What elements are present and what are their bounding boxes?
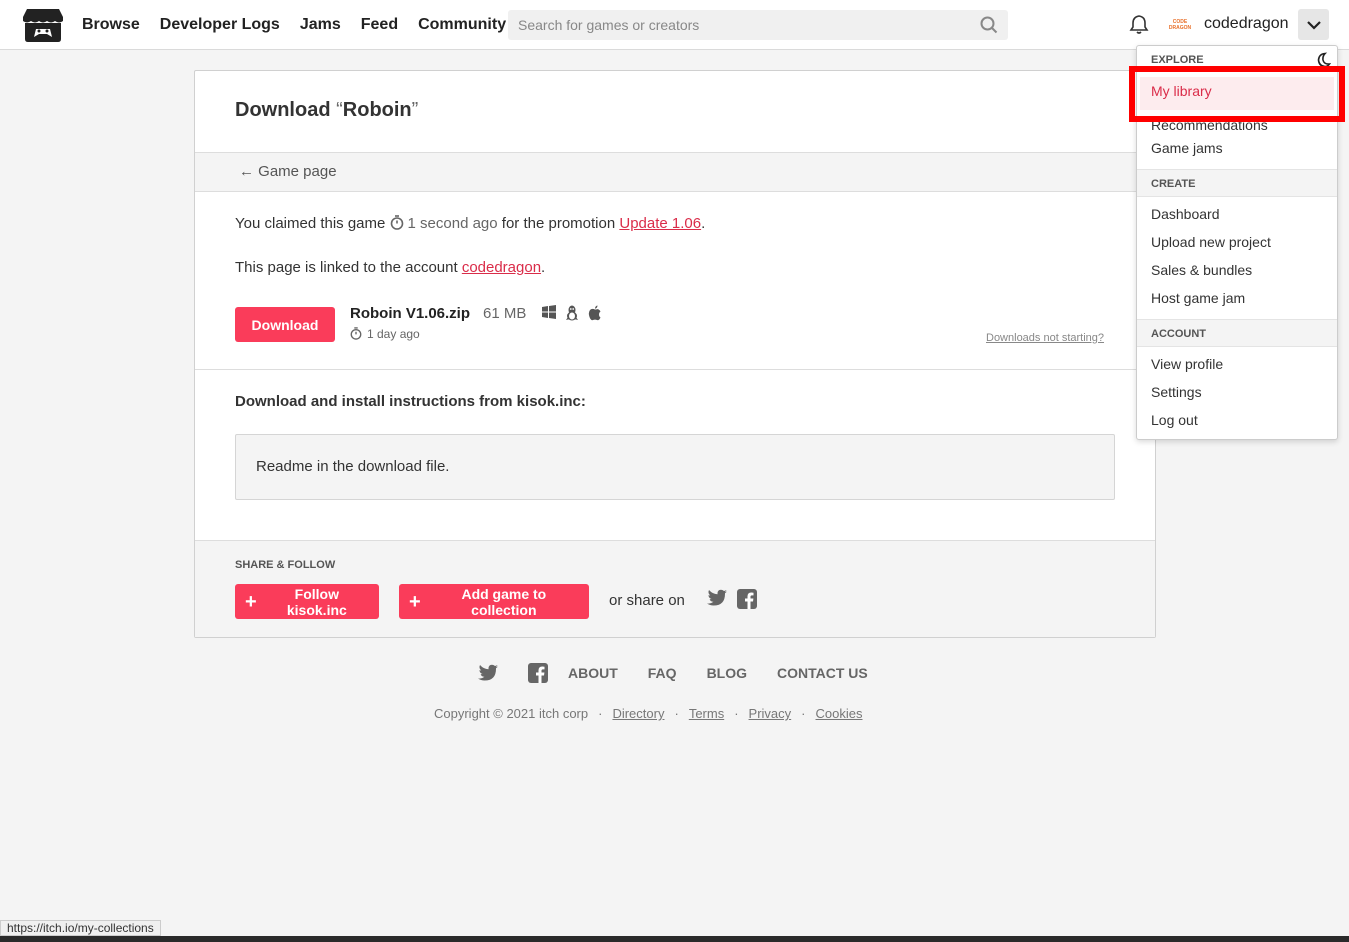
divider [195, 369, 1155, 370]
username[interactable]: codedragon [1204, 15, 1289, 33]
twitter-icon[interactable] [707, 589, 727, 607]
follow-button[interactable]: + Follow kisok.inc [235, 584, 379, 619]
menu-sales-bundles[interactable]: Sales & bundles [1151, 262, 1252, 278]
menu-settings[interactable]: Settings [1151, 384, 1202, 400]
separator-dot: · [734, 706, 739, 721]
menu-game-jams[interactable]: Game jams [1151, 140, 1223, 156]
menu-upload-new-project[interactable]: Upload new project [1151, 234, 1271, 250]
download-button[interactable]: Download [235, 307, 335, 342]
copyright-text: Copyright © 2021 itch corp [434, 706, 589, 721]
top-header: Browse Developer Logs Jams Feed Communit… [0, 0, 1349, 50]
title-game-name: Roboin [342, 99, 412, 121]
bell-icon[interactable] [1129, 14, 1149, 34]
share-icons [707, 589, 757, 609]
footer-faq-link[interactable]: FAQ [648, 665, 677, 681]
readme-box: Readme in the download file. [235, 434, 1115, 500]
linked-account-line: This page is linked to the account coded… [235, 259, 545, 276]
add-to-collection-button[interactable]: + Add game to collection [399, 584, 589, 619]
promotion-link[interactable]: Update 1.06 [619, 215, 701, 232]
download-card: Download “Roboin” ← Game page You claime… [194, 70, 1156, 638]
file-date-text: 1 day ago [367, 327, 420, 341]
twitter-icon[interactable] [478, 664, 498, 682]
back-bar: ← Game page [195, 152, 1155, 192]
separator-dot: · [801, 706, 806, 721]
follow-label: Follow kisok.inc [286, 585, 347, 618]
menu-log-out[interactable]: Log out [1151, 412, 1198, 428]
facebook-icon[interactable] [528, 663, 548, 683]
menu-dashboard[interactable]: Dashboard [1151, 206, 1220, 222]
file-name: Roboin V1.06.zip [350, 305, 471, 322]
instructions-title: Download and install instructions from k… [235, 393, 586, 410]
file-size: 61 MB [483, 305, 527, 322]
claim-time: 1 second ago [390, 215, 498, 232]
game-page-link[interactable]: ← Game page [239, 163, 337, 180]
collection-label: Add game to collection [461, 585, 547, 618]
nav-feed[interactable]: Feed [361, 16, 398, 34]
claim-time-text: 1 second ago [407, 215, 498, 232]
search-box [508, 10, 1008, 40]
linked-prefix: This page is linked to the account [235, 259, 462, 276]
claim-line: You claimed this game 1 second ago for t… [235, 215, 705, 232]
nav-developer-logs[interactable]: Developer Logs [160, 16, 280, 34]
platform-icons [542, 305, 602, 321]
linked-suffix: . [541, 259, 546, 276]
nav-jams[interactable]: Jams [300, 16, 341, 34]
footer-contact-link[interactable]: CONTACT US [777, 665, 868, 681]
title-prefix: Download [235, 99, 337, 121]
share-label: SHARE & FOLLOW [235, 559, 336, 571]
plus-icon: + [245, 590, 257, 613]
search-input[interactable] [508, 10, 968, 40]
privacy-link[interactable]: Privacy [749, 706, 792, 721]
footer-about-link[interactable]: ABOUT [568, 665, 618, 681]
directory-link[interactable]: Directory [612, 706, 664, 721]
claim-suffix: . [701, 215, 706, 232]
file-date: 1 day ago [350, 327, 420, 341]
plus-icon: + [409, 590, 421, 613]
itchio-logo-icon[interactable] [23, 7, 63, 43]
account-link[interactable]: codedragon [462, 259, 541, 276]
user-menu-toggle[interactable] [1298, 9, 1329, 40]
stopwatch-icon [350, 327, 362, 340]
bottom-bar [0, 936, 1349, 942]
account-section-label: ACCOUNT [1137, 319, 1337, 347]
title-close-quote: ” [411, 99, 419, 121]
facebook-icon[interactable] [737, 589, 757, 609]
downloads-help-link[interactable]: Downloads not starting? [986, 332, 1104, 344]
menu-view-profile[interactable]: View profile [1151, 356, 1223, 372]
apple-icon [588, 305, 601, 321]
footer-blog-link[interactable]: BLOG [707, 665, 747, 681]
share-on-text: or share on [609, 592, 685, 609]
menu-host-game-jam[interactable]: Host game jam [1151, 290, 1245, 306]
stopwatch-icon [390, 215, 403, 230]
page-title: Download “Roboin” [235, 99, 418, 122]
windows-icon [542, 305, 556, 319]
chevron-down-icon [1306, 20, 1321, 30]
nav-browse[interactable]: Browse [82, 16, 140, 34]
footer-links: ABOUT FAQ BLOG CONTACT US [478, 663, 868, 683]
search-icon[interactable] [980, 16, 998, 34]
terms-link[interactable]: Terms [689, 706, 724, 721]
nav-community[interactable]: Community [418, 16, 506, 34]
highlight-box [1129, 66, 1345, 122]
create-section-label: CREATE [1137, 169, 1337, 197]
title-open-quote: “ [336, 99, 343, 121]
separator-dot: · [598, 706, 603, 721]
main-nav: Browse Developer Logs Jams Feed Communit… [82, 0, 506, 50]
copyright-line: Copyright © 2021 itch corp · Directory ·… [434, 706, 862, 721]
linux-icon [566, 305, 578, 321]
share-follow-section: SHARE & FOLLOW + Follow kisok.inc + Add … [195, 540, 1155, 637]
status-bar-url: https://itch.io/my-collections [0, 920, 161, 936]
cookies-link[interactable]: Cookies [816, 706, 863, 721]
readme-text: Readme in the download file. [256, 458, 450, 475]
claim-prefix: You claimed this game [235, 215, 390, 232]
claim-mid: for the promotion [497, 215, 620, 232]
separator-dot: · [674, 706, 679, 721]
avatar[interactable]: CODE DRAGON [1166, 11, 1194, 39]
